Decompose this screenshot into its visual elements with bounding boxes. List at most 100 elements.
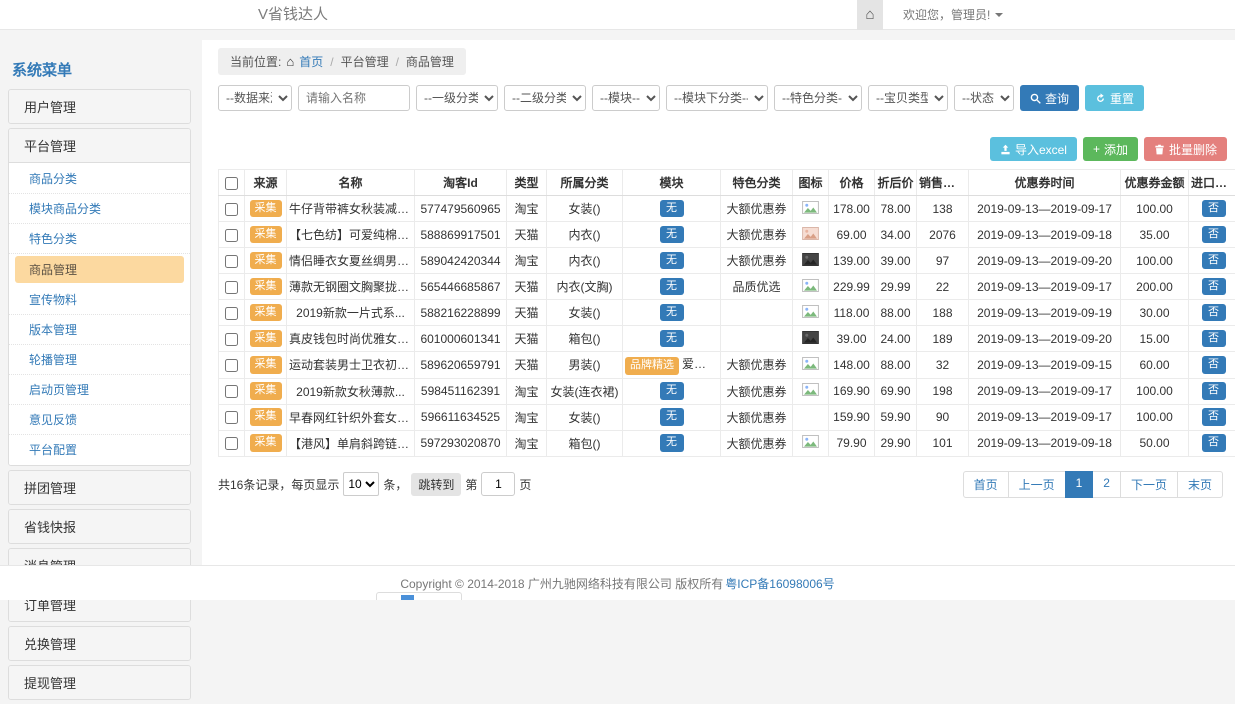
row-checkbox[interactable]	[225, 385, 238, 398]
search-button[interactable]: 查询	[1020, 85, 1079, 111]
price: 169.90	[829, 378, 875, 404]
sidebar-group: 用户管理	[8, 89, 191, 124]
module-badge: 无	[660, 252, 684, 270]
source-badge: 采集	[250, 304, 282, 322]
page-button-首页[interactable]: 首页	[963, 471, 1009, 498]
import-optimal-badge[interactable]: 否	[1202, 330, 1226, 348]
product-category: 内衣(文胸)	[547, 274, 623, 300]
sidebar-group-header[interactable]: 平台管理	[9, 129, 190, 162]
taoke-id: 565446685867	[415, 274, 507, 300]
jump-button[interactable]: 跳转到	[411, 473, 461, 496]
feature-category-select[interactable]: --特色分类--	[774, 85, 862, 111]
product-name: 【港风】单肩斜跨链条...	[287, 430, 415, 456]
page-button-2[interactable]: 2	[1092, 471, 1121, 498]
discount-price: 29.90	[875, 430, 917, 456]
row-checkbox[interactable]	[225, 411, 238, 424]
coupon-time: 2019-09-13—2019-09-17	[969, 196, 1121, 222]
import-optimal-badge[interactable]: 否	[1202, 200, 1226, 218]
reset-button[interactable]: 重置	[1085, 85, 1144, 111]
import-optimal-badge[interactable]: 否	[1202, 226, 1226, 244]
sidebar-item[interactable]: 启动页管理	[9, 375, 190, 405]
sidebar-group-header[interactable]: 拼团管理	[9, 471, 190, 504]
item-type-select[interactable]: --宝贝类型--	[868, 85, 948, 111]
row-checkbox[interactable]	[225, 281, 238, 294]
import-excel-button[interactable]: 导入excel	[990, 137, 1077, 161]
module-subcategory-select[interactable]: --模块下分类--	[666, 85, 768, 111]
sidebar-group-header[interactable]: 提现管理	[9, 666, 190, 699]
import-optimal-badge[interactable]: 否	[1202, 252, 1226, 270]
sidebar-group-header[interactable]: 用户管理	[9, 90, 190, 123]
sidebar-item[interactable]: 版本管理	[9, 315, 190, 345]
page-number-input[interactable]	[481, 472, 515, 496]
sales-count: 90	[917, 404, 969, 430]
home-button[interactable]: ⌂	[857, 0, 883, 30]
page-button-下一页[interactable]: 下一页	[1120, 471, 1178, 498]
row-checkbox[interactable]	[225, 307, 238, 320]
coupon-amount: 100.00	[1121, 248, 1189, 274]
product-image-icon	[802, 227, 819, 240]
feature-category: 大额优惠券	[721, 248, 793, 274]
coupon-amount: 100.00	[1121, 196, 1189, 222]
row-checkbox[interactable]	[225, 437, 238, 450]
product-type: 天猫	[507, 274, 547, 300]
row-checkbox[interactable]	[225, 359, 238, 372]
breadcrumb-prefix: 当前位置:	[230, 53, 281, 70]
import-optimal-badge[interactable]: 否	[1202, 304, 1226, 322]
table-row: 采集情侣睡衣女夏丝绸男士...589042420344淘宝内衣()无大额优惠券1…	[219, 248, 1235, 274]
coupon-time: 2019-09-13—2019-09-15	[969, 352, 1121, 379]
product-category: 男装()	[547, 352, 623, 379]
sidebar-item[interactable]: 轮播管理	[9, 345, 190, 375]
sidebar-item[interactable]: 商品分类	[9, 164, 190, 194]
row-checkbox[interactable]	[225, 203, 238, 216]
sidebar-item[interactable]: 平台配置	[9, 435, 190, 464]
product-type: 淘宝	[507, 378, 547, 404]
feature-category: 大额优惠券	[721, 378, 793, 404]
sidebar-item[interactable]: 特色分类	[9, 224, 190, 254]
page-button-上一页[interactable]: 上一页	[1008, 471, 1066, 498]
add-button[interactable]: + 添加	[1083, 137, 1138, 161]
price: 148.00	[829, 352, 875, 379]
import-optimal-badge[interactable]: 否	[1202, 356, 1226, 374]
import-optimal-badge[interactable]: 否	[1202, 382, 1226, 400]
page-button-末页[interactable]: 末页	[1177, 471, 1223, 498]
sidebar-item[interactable]: 商品管理	[15, 256, 184, 283]
module-select[interactable]: --模块--	[592, 85, 660, 111]
page-footer: Copyright © 2014-2018 广州九驰网络科技有限公司 版权所有 …	[0, 565, 1235, 600]
discount-price: 69.90	[875, 378, 917, 404]
import-optimal-badge[interactable]: 否	[1202, 434, 1226, 452]
import-optimal-badge[interactable]: 否	[1202, 408, 1226, 426]
price: 69.00	[829, 222, 875, 248]
sidebar-item[interactable]: 模块商品分类	[9, 194, 190, 224]
feature-category: 品质优选	[721, 274, 793, 300]
icp-link[interactable]: 粤ICP备16098006号	[725, 575, 834, 592]
user-menu[interactable]: 欢迎您，管理员!	[903, 0, 1003, 30]
row-checkbox[interactable]	[225, 333, 238, 346]
import-optimal-badge[interactable]: 否	[1202, 278, 1226, 296]
page-button-1[interactable]: 1	[1065, 471, 1094, 498]
column-header: 优惠券金额	[1121, 170, 1189, 196]
price: 159.90	[829, 404, 875, 430]
per-page-select[interactable]: 10	[343, 472, 379, 496]
column-header: 特色分类	[721, 170, 793, 196]
sidebar-item[interactable]: 宣传物料	[9, 285, 190, 315]
level1-category-select[interactable]: --一级分类--	[416, 85, 498, 111]
feature-category: 大额优惠券	[721, 222, 793, 248]
product-image-icon	[802, 331, 819, 344]
batch-delete-button[interactable]: 批量删除	[1144, 137, 1227, 161]
row-checkbox[interactable]	[225, 229, 238, 242]
feature-category	[721, 300, 793, 326]
source-badge: 采集	[250, 356, 282, 374]
filter-bar: --数据来源----一级分类----二级分类----模块----模块下分类---…	[218, 85, 1227, 111]
select-all-checkbox[interactable]	[225, 177, 238, 190]
data-source-select[interactable]: --数据来源--	[218, 85, 292, 111]
breadcrumb-home-link[interactable]: 首页	[299, 53, 323, 70]
sidebar-group-header[interactable]: 省钱快报	[9, 510, 190, 543]
coupon-time: 2019-09-13—2019-09-20	[969, 248, 1121, 274]
breadcrumb-separator: /	[394, 55, 401, 69]
level2-category-select[interactable]: --二级分类--	[504, 85, 586, 111]
name-search-input[interactable]	[298, 85, 410, 111]
row-checkbox[interactable]	[225, 255, 238, 268]
status-select[interactable]: --状态--	[954, 85, 1014, 111]
sidebar-item[interactable]: 意见反馈	[9, 405, 190, 435]
sidebar-group-header[interactable]: 兑换管理	[9, 627, 190, 660]
